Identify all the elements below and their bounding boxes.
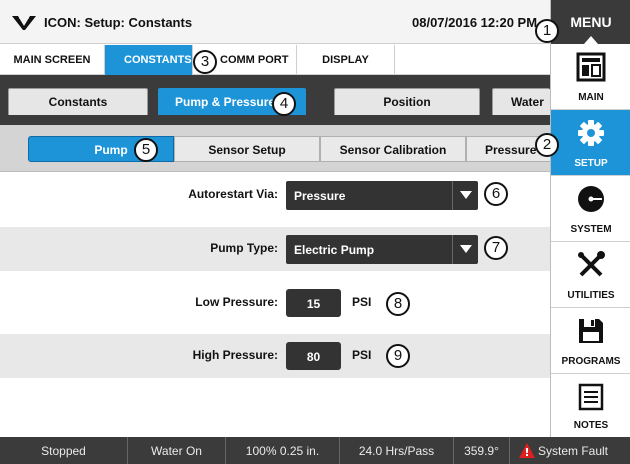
status-fault[interactable]: System Fault xyxy=(536,437,630,464)
sidebar-item-main[interactable]: MAIN xyxy=(551,44,630,110)
tab-label: Sensor Setup xyxy=(208,143,286,157)
top-tab-bar: MAIN SCREEN CONSTANTS COMM PORT DISPLAY xyxy=(0,45,550,75)
tab-constants-section[interactable]: Constants xyxy=(8,88,148,115)
callout-marker: 8 xyxy=(386,292,410,316)
status-water: Water On xyxy=(128,437,226,464)
menu-label: MENU xyxy=(570,14,612,30)
notes-icon xyxy=(578,383,604,411)
tab-main-screen[interactable]: MAIN SCREEN xyxy=(0,45,105,75)
tab-label: CONSTANTS xyxy=(124,54,192,66)
autorestart-dropdown[interactable]: Pressure xyxy=(286,181,478,210)
sidebar-item-label: SETUP xyxy=(574,158,608,169)
callout-marker: 9 xyxy=(386,344,410,368)
sidebar-item-notes[interactable]: NOTES xyxy=(551,374,630,437)
sidebar-item-setup[interactable]: SETUP xyxy=(551,110,630,176)
autorestart-row: Autorestart Via: Pressure xyxy=(0,173,550,217)
low-pressure-label: Low Pressure: xyxy=(195,295,278,309)
sidebar-item-system[interactable]: SYSTEM xyxy=(551,176,630,242)
tab-label: MAIN SCREEN xyxy=(13,54,91,66)
callout-marker: 3 xyxy=(193,50,217,74)
sidebar-item-utilities[interactable]: UTILITIES xyxy=(551,242,630,308)
low-pressure-input[interactable]: 15 xyxy=(286,289,341,317)
tab-water[interactable]: Water xyxy=(492,88,550,115)
high-pressure-label: High Pressure: xyxy=(192,348,278,362)
tab-label: COMM PORT xyxy=(220,54,289,66)
up-arrow-icon xyxy=(584,36,598,44)
tools-icon xyxy=(578,251,605,277)
tab-label: Pressure xyxy=(485,143,537,157)
pump-type-row: Pump Type: Electric Pump xyxy=(0,227,550,271)
callout-marker: 1 xyxy=(535,19,559,43)
sidebar-item-label: PROGRAMS xyxy=(561,356,621,367)
callout-marker: 2 xyxy=(535,133,559,157)
app-title: ICON: Setup: Constants xyxy=(44,15,193,30)
menu-button[interactable]: MENU xyxy=(551,0,630,44)
low-pressure-unit: PSI xyxy=(352,295,372,309)
low-pressure-row: Low Pressure: 15 PSI xyxy=(0,281,550,325)
autorestart-value: Pressure xyxy=(294,189,346,203)
tab-label: Water xyxy=(511,95,544,109)
high-pressure-unit: PSI xyxy=(352,348,372,362)
tab-display[interactable]: DISPLAY xyxy=(297,45,395,75)
tab-sensor-calibration[interactable]: Sensor Calibration xyxy=(320,136,466,162)
pump-type-dropdown[interactable]: Electric Pump xyxy=(286,235,478,264)
status-percent-depth: 100% 0.25 in. xyxy=(226,437,340,464)
tab-label: Constants xyxy=(48,95,108,109)
high-pressure-input[interactable]: 80 xyxy=(286,342,341,370)
main-display-icon xyxy=(576,52,606,82)
callout-marker: 5 xyxy=(134,138,158,162)
tab-position[interactable]: Position xyxy=(334,88,480,115)
sidebar-menu: MENU MAIN SETUP SYSTEM UTILITIES PROGRAM… xyxy=(550,0,630,437)
sidebar-item-label: UTILITIES xyxy=(567,290,615,301)
datetime: 08/07/2016 12:20 PM xyxy=(412,15,538,30)
logo-icon xyxy=(12,16,36,30)
status-state: Stopped xyxy=(0,437,128,464)
warning-icon xyxy=(519,443,535,458)
status-bar: Stopped Water On 100% 0.25 in. 24.0 Hrs/… xyxy=(0,437,630,464)
autorestart-label: Autorestart Via: xyxy=(188,187,278,201)
tab-label: Pump xyxy=(94,143,128,157)
system-dial-icon xyxy=(578,186,604,212)
chevron-down-icon[interactable] xyxy=(452,235,478,264)
status-angle: 359.9° xyxy=(454,437,510,464)
callout-marker: 6 xyxy=(484,182,508,206)
callout-marker: 7 xyxy=(484,236,508,260)
tab-constants[interactable]: CONSTANTS xyxy=(105,45,193,75)
app-window: ICON: Setup: Constants 08/07/2016 12:20 … xyxy=(0,0,630,464)
tab-label: Pump & Pressure xyxy=(175,95,276,109)
sidebar-item-label: SYSTEM xyxy=(570,224,612,235)
tab-label: DISPLAY xyxy=(322,54,369,66)
chevron-down-icon[interactable] xyxy=(452,181,478,210)
gear-icon xyxy=(578,120,604,146)
pump-type-label: Pump Type: xyxy=(210,241,278,255)
tab-sensor-setup[interactable]: Sensor Setup xyxy=(174,136,320,162)
floppy-disk-icon xyxy=(579,319,603,343)
callout-marker: 4 xyxy=(272,92,296,116)
title-bar: ICON: Setup: Constants 08/07/2016 12:20 … xyxy=(0,0,550,44)
status-hours-per-pass: 24.0 Hrs/Pass xyxy=(340,437,454,464)
sidebar-item-label: NOTES xyxy=(573,420,609,431)
tab-label: Sensor Calibration xyxy=(339,143,447,157)
pump-type-value: Electric Pump xyxy=(294,243,375,257)
high-pressure-row: High Pressure: 80 PSI xyxy=(0,334,550,378)
sidebar-item-label: MAIN xyxy=(578,92,604,103)
pump-subtab-bar: Pump Sensor Setup Sensor Calibration Pre… xyxy=(0,125,550,172)
sidebar-item-programs[interactable]: PROGRAMS xyxy=(551,308,630,374)
tab-label: Position xyxy=(383,95,431,109)
